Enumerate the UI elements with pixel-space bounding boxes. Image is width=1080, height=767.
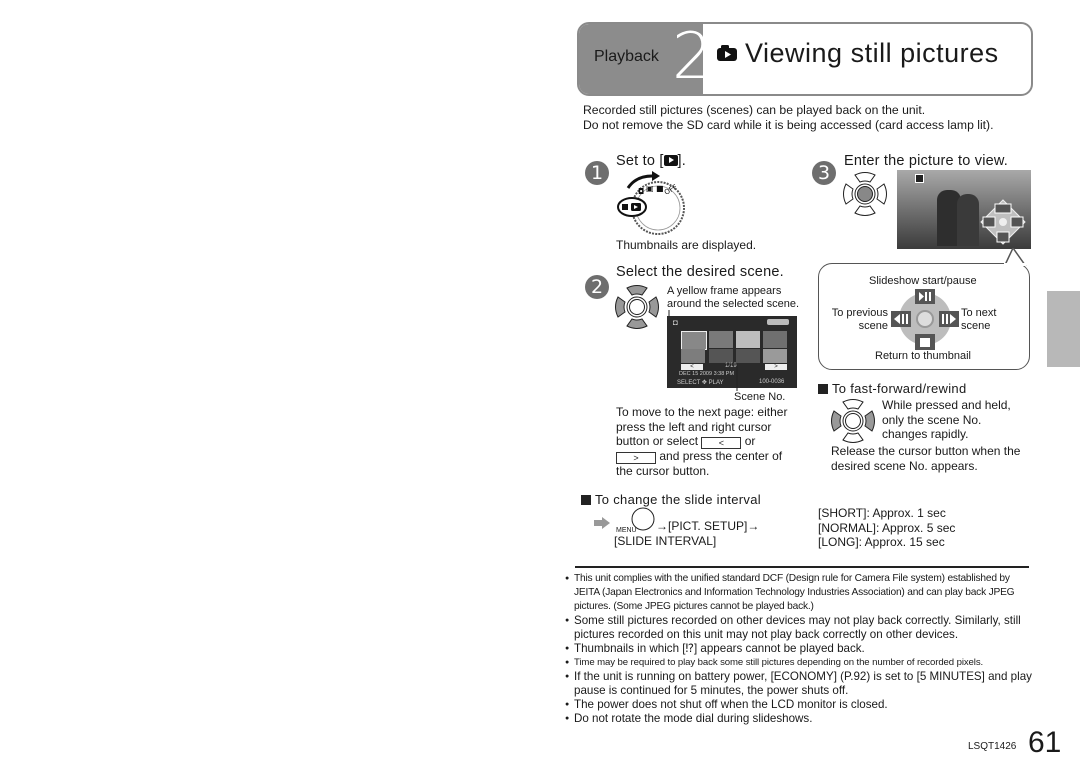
section-tab: Playback 2 [579,24,713,94]
playback-photo [897,170,1031,249]
select-label: SELECT [677,380,701,386]
interval-option-normal: [NORMAL]: Approx. 5 sec [818,520,956,535]
page-title: Viewing still pictures [717,38,999,69]
arrow-right-icon [594,516,610,534]
fast-forward-release: Release the cursor button when the desir… [831,444,1021,473]
thumbnail[interactable] [681,349,705,363]
svg-text:■: ■ [656,184,664,193]
fast-forward-description: While pressed and held, only the scene N… [882,398,1011,441]
cursor-button-center-icon[interactable] [842,171,888,222]
next-page-button[interactable]: > [765,364,787,370]
svg-text:◘: ◘ [638,187,644,196]
thumbnail[interactable] [681,331,707,350]
move-or: or [744,434,756,448]
section-number: 2 [672,22,713,94]
intro-line-1: Recorded still pictures (scenes) can be … [583,103,926,117]
slide-interval-heading-text: To change the slide interval [595,492,761,507]
scene-no-callout [725,363,738,391]
note-item: Thumbnails in which [⁉] appears cannot b… [565,642,1035,656]
prev-page-button[interactable]: < [681,364,703,370]
return-to-thumbnail-label: Return to thumbnail [875,350,971,362]
note-item: Do not rotate the mode dial during slide… [565,712,1035,726]
fast-forward-heading: To fast-forward/rewind [818,381,966,396]
fast-forward-heading-text: To fast-forward/rewind [832,381,967,396]
step-2-badge: 2 [585,275,609,299]
thumbnail[interactable] [736,331,760,348]
controls-legend-bubble: Slideshow start/pause To previous scene … [818,263,1030,370]
document-code: LSQT1426 [968,741,1017,752]
thumbnail[interactable] [763,349,787,363]
interval-options: [SHORT]: Approx. 1 sec [NORMAL]: Approx.… [818,506,955,550]
play-label: PLAY [708,380,724,386]
cursor-left-right-icon[interactable] [830,398,876,449]
note-item: If the unit is running on battery power,… [565,670,1035,698]
cursor-button-icon[interactable] [614,284,660,335]
bubble-pointer [1003,248,1027,266]
intro-text: Recorded still pictures (scenes) can be … [583,103,1028,133]
section-header: Playback 2 Viewing still pictures [577,22,1033,96]
thumbnail[interactable] [736,349,760,363]
next-scene-label: To next scene [961,307,997,332]
step-1-heading-end: ]. [677,153,687,169]
previous-scene-label: To previous scene [831,307,888,332]
step-3-heading: Enter the picture to view. [844,153,1008,169]
note-item: Time may be required to play back some s… [565,656,1035,670]
slide-interval-heading: To change the slide interval [581,492,761,507]
divider [575,566,1029,568]
page-title-text: Viewing still pictures [745,38,999,68]
note-item: The power does not shut off when the LCD… [565,698,1035,712]
file-number: 100-0036 [759,379,785,385]
mode-dial-icon: ◘ ▣ ■ OFF [614,170,689,241]
menu-label: MENU [616,527,637,534]
notes-list: This unit complies with the unified stan… [565,572,1035,726]
scene-no-label: Scene No. [734,391,786,403]
page-number: 61 [1028,726,1062,759]
next-button-glyph: > [616,452,656,464]
yellow-frame-note: A yellow frame appears around the select… [667,285,800,310]
thumbnail[interactable] [763,331,787,348]
interval-option-short: [SHORT]: Approx. 1 sec [818,506,946,520]
camera-mode-icon: ◘ [673,318,678,327]
select-play-hint: SELECT ✥ PLAY [677,380,724,386]
svg-text:▣: ▣ [646,184,654,193]
menu-path-2: [SLIDE INTERVAL] [614,534,717,548]
playback-controls-overlay [980,199,1026,245]
note-item: This unit complies with the unified stan… [565,572,1035,614]
step-1-caption: Thumbnails are displayed. [616,238,757,252]
playback-controls-diagram [891,289,959,350]
step-1-badge: 1 [585,161,609,185]
square-bullet-icon [581,495,591,505]
battery-icon [767,319,789,325]
step-1-heading: Set to []. [616,153,686,169]
side-tab-marker [1047,291,1080,367]
person-figure [957,194,979,246]
section-label: Playback [594,48,659,65]
thumbnail[interactable] [709,349,733,363]
step-2-heading: Select the desired scene. [616,264,784,280]
date: DEC 15 2009 [679,371,713,377]
interval-option-long: [LONG]: Approx. 15 sec [818,535,945,549]
pause-indicator-icon [915,174,924,183]
step-1-heading-text: Set to [ [616,153,664,169]
slideshow-start-pause-label: Slideshow start/pause [869,275,977,287]
page-move-instructions: To move to the next page: either press t… [616,405,798,479]
menu-path-1: →[PICT. SETUP]→ [656,519,760,533]
prev-button-glyph: < [701,437,742,449]
step-3-badge: 3 [812,161,836,185]
intro-line-2: Do not remove the SD card while it is be… [583,118,994,132]
playback-icon [663,155,678,166]
square-bullet-icon [818,384,828,394]
playback-camera-icon [717,37,737,68]
thumbnail[interactable] [709,331,733,348]
note-item: Some still pictures recorded on other de… [565,614,1035,642]
